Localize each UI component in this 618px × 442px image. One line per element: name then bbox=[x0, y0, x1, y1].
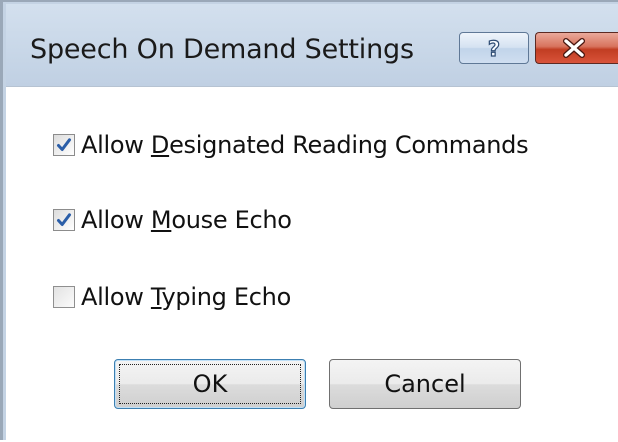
window-title: Speech On Demand Settings bbox=[30, 34, 414, 65]
close-button[interactable] bbox=[535, 32, 618, 64]
checkbox-row-mouse-echo[interactable]: Allow Mouse Echo bbox=[53, 203, 292, 237]
cancel-button[interactable]: Cancel bbox=[329, 359, 521, 409]
title-bar[interactable]: Speech On Demand Settings ? bbox=[6, 4, 618, 86]
ok-button-label: OK bbox=[192, 370, 228, 398]
checkbox-label-typing-echo[interactable]: Allow Typing Echo bbox=[81, 283, 291, 311]
checkbox-row-typing-echo[interactable]: Allow Typing Echo bbox=[53, 280, 291, 314]
question-icon: ? bbox=[487, 36, 500, 60]
checkmark-icon bbox=[57, 213, 71, 226]
checkbox-label-mouse-echo[interactable]: Allow Mouse Echo bbox=[81, 206, 292, 234]
checkbox-row-designated-reading[interactable]: Allow Designated Reading Commands bbox=[53, 128, 529, 162]
checkbox-designated-reading[interactable] bbox=[53, 134, 75, 156]
checkbox-typing-echo[interactable] bbox=[53, 286, 75, 308]
dialog-body: Allow Designated Reading Commands Allow … bbox=[6, 86, 618, 442]
close-icon bbox=[563, 38, 585, 58]
dialog-window: Speech On Demand Settings ? Allow Design… bbox=[0, 0, 618, 442]
svg-text:?: ? bbox=[488, 37, 500, 60]
ok-button[interactable]: OK bbox=[114, 359, 306, 409]
cancel-button-label: Cancel bbox=[384, 370, 466, 398]
help-button[interactable]: ? bbox=[459, 32, 529, 64]
checkbox-label-designated-reading[interactable]: Allow Designated Reading Commands bbox=[81, 131, 529, 159]
checkbox-mouse-echo[interactable] bbox=[53, 209, 75, 231]
checkmark-icon bbox=[57, 138, 71, 151]
